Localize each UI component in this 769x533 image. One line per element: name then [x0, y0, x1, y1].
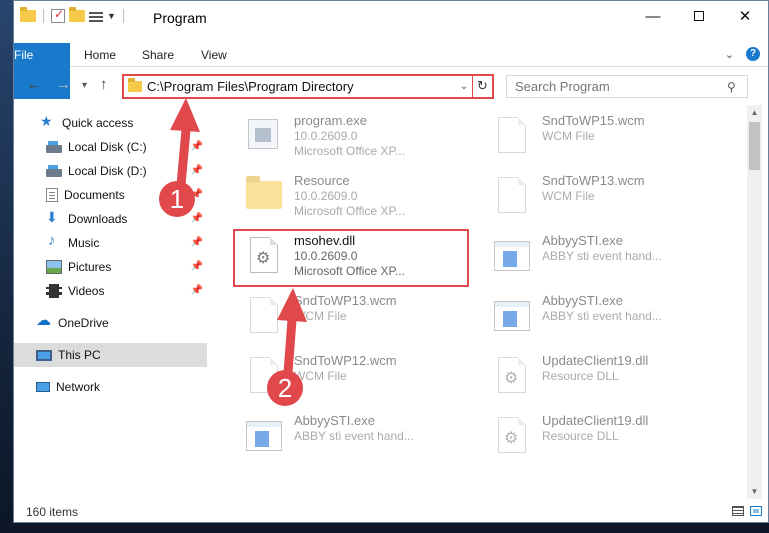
step-1-badge: 1 [159, 181, 195, 217]
step-2-badge: 2 [267, 370, 303, 406]
annotation-arrows [170, 98, 307, 391]
arrow-2-head [277, 288, 307, 322]
arrow-1-head [170, 98, 200, 132]
